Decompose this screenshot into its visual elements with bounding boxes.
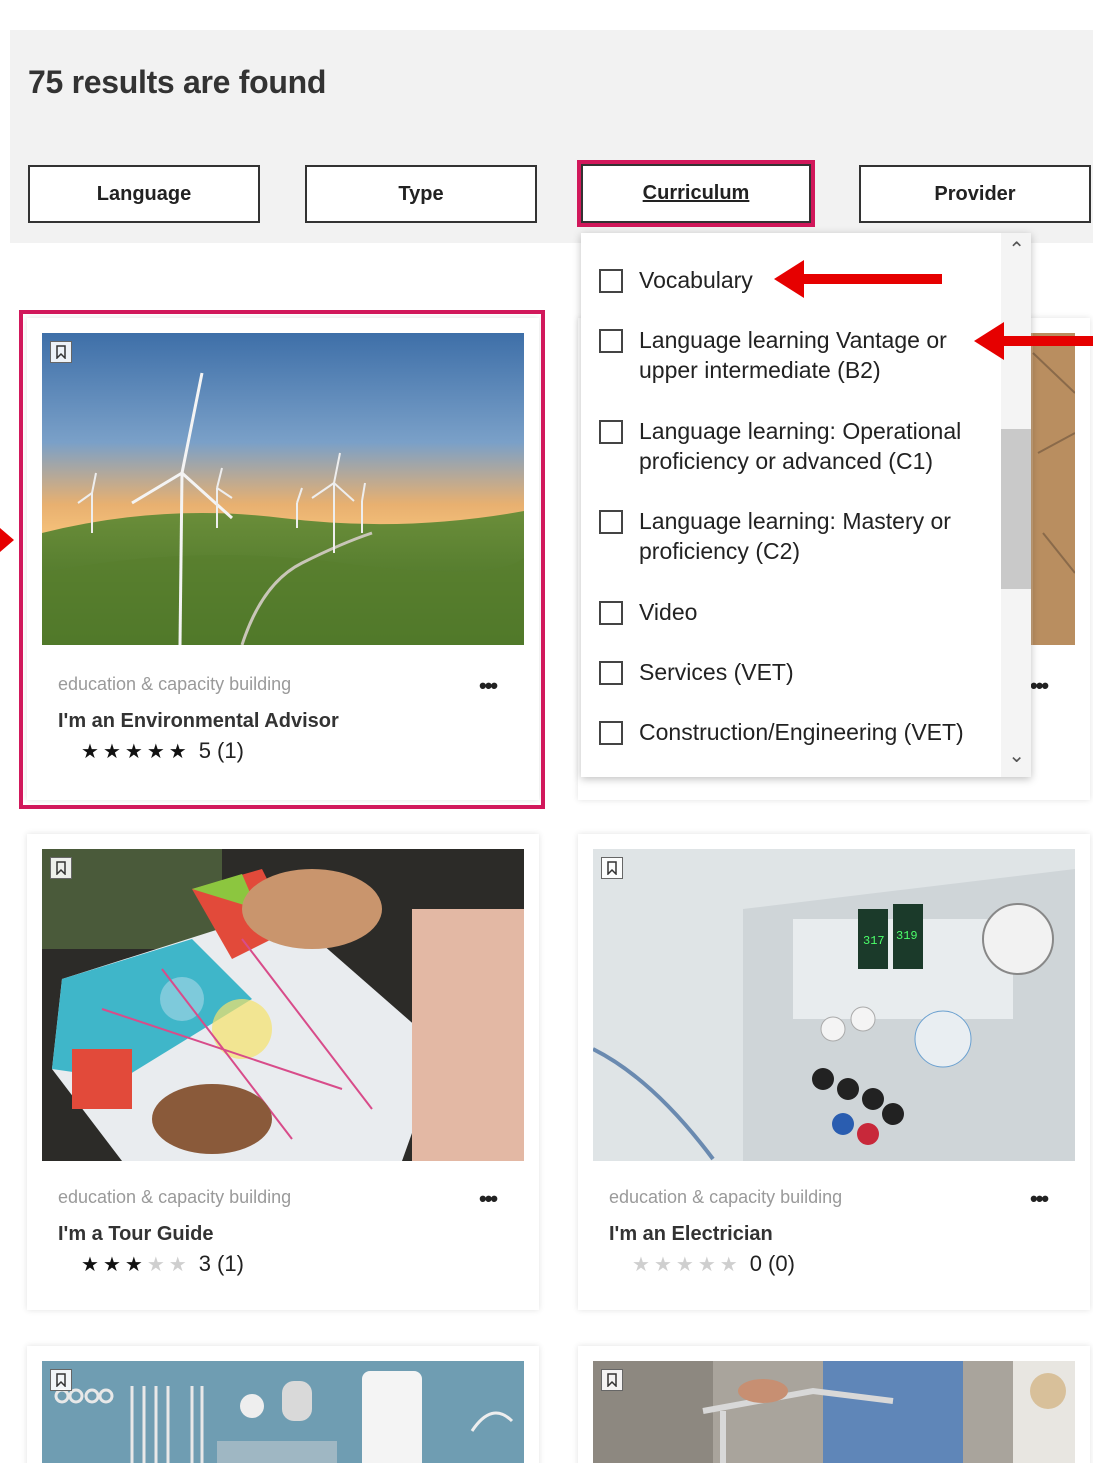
card-image-wind-turbines[interactable] bbox=[42, 333, 524, 645]
option-label-line: proficiency or advanced (C1) bbox=[639, 448, 934, 474]
star-icon: ★ bbox=[719, 1253, 738, 1276]
more-options-icon[interactable]: ••• bbox=[1030, 1186, 1049, 1212]
filter-provider-button[interactable]: Provider bbox=[859, 165, 1091, 223]
resource-card[interactable] bbox=[578, 1346, 1090, 1463]
results-count: 75 results are found bbox=[28, 64, 327, 100]
rating-value: 3 (1) bbox=[198, 1251, 244, 1276]
star-icon: ★ bbox=[102, 740, 121, 763]
resource-card[interactable]: education & capacity building ••• I'm a … bbox=[27, 834, 539, 1310]
curriculum-option[interactable]: Vocabulary bbox=[599, 265, 753, 295]
more-options-icon[interactable]: ••• bbox=[1030, 673, 1049, 699]
curriculum-option[interactable]: Language learning Vantage or upper inter… bbox=[599, 325, 947, 385]
card-title[interactable]: I'm a Tour Guide bbox=[58, 1223, 214, 1246]
more-options-icon[interactable]: ••• bbox=[479, 1186, 498, 1212]
resource-card[interactable] bbox=[27, 1346, 539, 1463]
curriculum-option[interactable]: Language learning: Operational proficien… bbox=[599, 416, 961, 476]
annotation-arrow-icon bbox=[974, 322, 1093, 360]
star-icon: ★ bbox=[146, 1253, 165, 1276]
star-icon: ★ bbox=[81, 1253, 99, 1276]
card-image-power-supply[interactable]: 317 319 bbox=[593, 849, 1075, 1161]
star-icon: ★ bbox=[146, 740, 165, 763]
checkbox[interactable] bbox=[599, 601, 623, 625]
star-icon: ★ bbox=[102, 1253, 121, 1276]
card-category: education & capacity building bbox=[609, 1187, 843, 1207]
scrollbar-thumb[interactable] bbox=[1001, 429, 1031, 589]
option-label: Construction/Engineering (VET) bbox=[639, 719, 964, 745]
star-icon: ★ bbox=[632, 1253, 650, 1276]
svg-text:317: 317 bbox=[863, 934, 885, 948]
star-icon: ★ bbox=[697, 1253, 716, 1276]
filter-curriculum-button[interactable]: Curriculum bbox=[577, 160, 815, 227]
checkbox[interactable] bbox=[599, 329, 623, 353]
option-label: Vocabulary bbox=[639, 267, 753, 293]
checkbox[interactable] bbox=[599, 269, 623, 293]
star-icon: ★ bbox=[124, 1253, 143, 1276]
resource-card[interactable]: education & capacity building ••• I'm an… bbox=[27, 318, 539, 800]
chevron-up-icon[interactable]: ⌃ bbox=[1008, 237, 1025, 262]
svg-text:319: 319 bbox=[896, 929, 918, 943]
option-label-line: Language learning: Mastery or bbox=[639, 508, 951, 534]
filter-type-label: Type bbox=[398, 182, 444, 205]
card-rating: ★ ★ ★ ★ ★ 5 (1) bbox=[81, 738, 244, 764]
curriculum-dropdown[interactable]: Vocabulary Language learning Vantage or … bbox=[581, 233, 1031, 777]
checkbox[interactable] bbox=[599, 721, 623, 745]
curriculum-option[interactable]: Construction/Engineering (VET) bbox=[599, 717, 964, 747]
filter-language-button[interactable]: Language bbox=[28, 165, 260, 223]
option-label-line: Language learning: Operational bbox=[639, 418, 962, 444]
card-image-hospital-walker[interactable] bbox=[593, 1361, 1075, 1463]
chevron-down-icon[interactable]: ⌄ bbox=[1008, 743, 1025, 768]
rating-value: 5 (1) bbox=[198, 738, 244, 763]
card-rating: ★ ★ ★ ★ ★ 3 (1) bbox=[81, 1251, 244, 1277]
filter-curriculum-label: Curriculum bbox=[642, 182, 750, 204]
option-label: Services (VET) bbox=[639, 659, 794, 685]
dropdown-scrollbar[interactable]: ⌃ ⌄ bbox=[1001, 233, 1031, 777]
checkbox[interactable] bbox=[599, 420, 623, 444]
checkbox[interactable] bbox=[599, 661, 623, 685]
annotation-arrow-icon bbox=[0, 528, 14, 552]
rating-value: 0 (0) bbox=[749, 1251, 795, 1276]
bookmark-icon[interactable] bbox=[50, 341, 72, 363]
card-category: education & capacity building bbox=[58, 674, 292, 694]
curriculum-option[interactable]: Services (VET) bbox=[599, 657, 794, 687]
bookmark-icon[interactable] bbox=[601, 1369, 623, 1391]
option-label: Language learning: Mastery or proficienc… bbox=[639, 506, 951, 566]
star-icon: ★ bbox=[124, 740, 143, 763]
curriculum-option[interactable]: Language learning: Mastery or proficienc… bbox=[599, 506, 951, 566]
star-icon: ★ bbox=[81, 740, 99, 763]
star-icon: ★ bbox=[653, 1253, 672, 1276]
option-label: Video bbox=[639, 599, 698, 625]
option-label-line: Language learning Vantage or bbox=[639, 327, 947, 353]
card-image-city-map[interactable] bbox=[42, 849, 524, 1161]
bookmark-icon[interactable] bbox=[601, 857, 623, 879]
card-title[interactable]: I'm an Environmental Advisor bbox=[58, 710, 339, 733]
card-rating: ★ ★ ★ ★ ★ 0 (0) bbox=[632, 1251, 795, 1277]
bookmark-icon[interactable] bbox=[50, 1369, 72, 1391]
option-label-line: upper intermediate (B2) bbox=[639, 357, 881, 383]
card-title[interactable]: I'm an Electrician bbox=[609, 1223, 773, 1246]
filter-type-button[interactable]: Type bbox=[305, 165, 537, 223]
curriculum-option[interactable]: Video bbox=[599, 597, 697, 627]
resource-card[interactable]: 317 319 education & capacity building ••… bbox=[578, 834, 1090, 1310]
annotation-arrow-icon bbox=[774, 260, 942, 298]
star-icon: ★ bbox=[168, 1253, 187, 1276]
star-icon: ★ bbox=[168, 740, 187, 763]
card-category: education & capacity building bbox=[58, 1187, 292, 1207]
option-label: Language learning Vantage or upper inter… bbox=[639, 325, 947, 385]
option-label: Language learning: Operational proficien… bbox=[639, 416, 961, 476]
checkbox[interactable] bbox=[599, 510, 623, 534]
more-options-icon[interactable]: ••• bbox=[479, 673, 498, 699]
option-label-line: proficiency (C2) bbox=[639, 538, 801, 564]
star-icon: ★ bbox=[675, 1253, 694, 1276]
card-image-surgical-instruments[interactable] bbox=[42, 1361, 524, 1463]
filter-language-label: Language bbox=[96, 182, 192, 205]
bookmark-icon[interactable] bbox=[50, 857, 72, 879]
filter-provider-label: Provider bbox=[934, 182, 1016, 205]
